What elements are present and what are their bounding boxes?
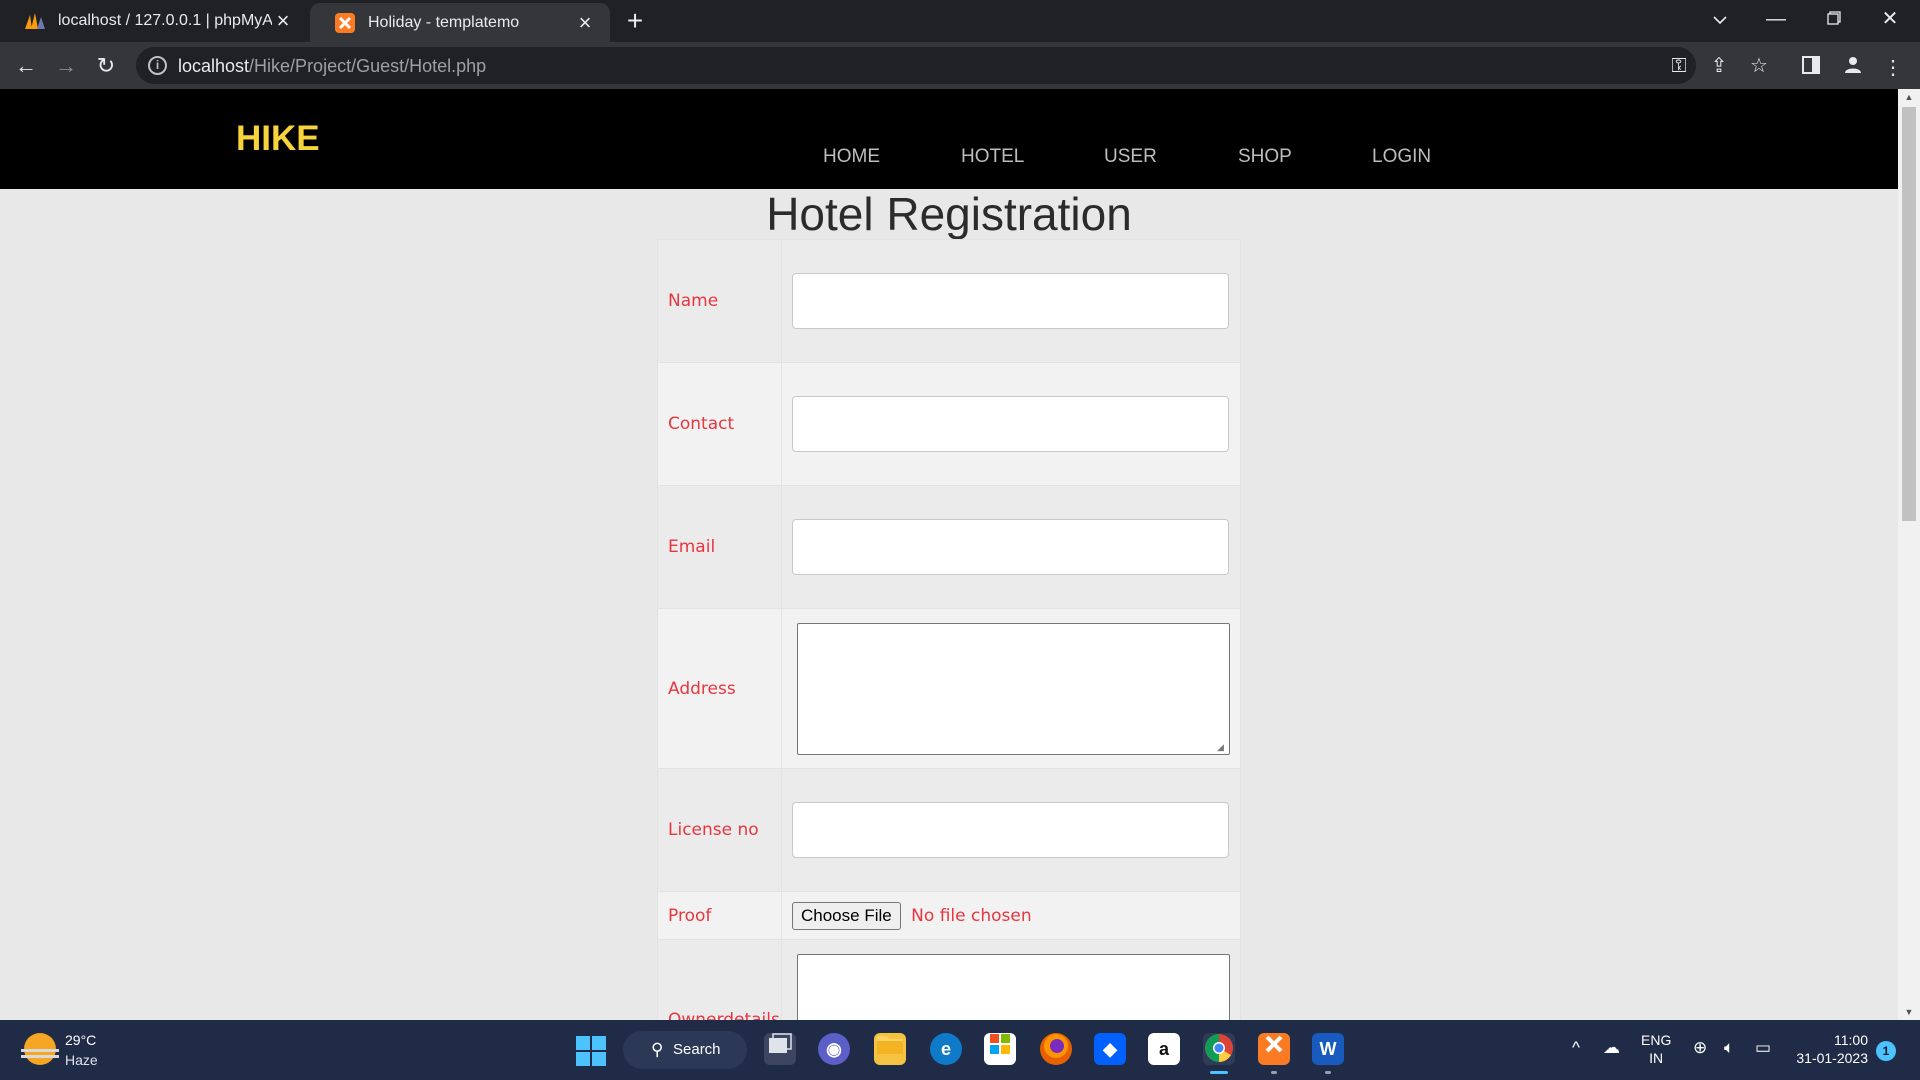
contact-label: Contact bbox=[657, 362, 782, 486]
browser-toolbar: ← → ↻ i localhost/Hike/Project/Guest/Hot… bbox=[0, 42, 1920, 89]
new-tab-icon[interactable]: + bbox=[620, 6, 650, 36]
license-label: License no bbox=[657, 768, 782, 892]
microsoft-store-icon[interactable] bbox=[984, 1033, 1016, 1065]
bookmark-star-icon[interactable]: ☆ bbox=[1746, 53, 1772, 79]
battery-icon[interactable]: ▭ bbox=[1755, 1038, 1771, 1058]
proof-label: Proof bbox=[657, 891, 782, 940]
teams-chat-icon[interactable]: ◉ bbox=[818, 1033, 850, 1065]
form-row-email: Email bbox=[657, 485, 1241, 609]
taskbar: 29°C Haze ⚲ Search ◉ e ◆ a W ^ ☁ ENG IN … bbox=[0, 1020, 1920, 1080]
form-row-address: Address ◢ bbox=[657, 608, 1241, 769]
form-row-license: License no bbox=[657, 768, 1241, 892]
choose-file-button[interactable]: Choose File bbox=[792, 901, 901, 930]
tab-phpmyadmin[interactable]: localhost / 127.0.0.1 | phpMyAdm × bbox=[0, 0, 308, 42]
ownerdetails-textarea[interactable] bbox=[797, 953, 1230, 1020]
tab-title: localhost / 127.0.0.1 | phpMyAdm bbox=[58, 12, 272, 29]
weather-haze-icon[interactable] bbox=[21, 1033, 59, 1065]
tab-strip: localhost / 127.0.0.1 | phpMyAdm × Holid… bbox=[0, 0, 1920, 42]
file-status-text: No file chosen bbox=[911, 905, 1032, 926]
language-indicator[interactable]: ENG IN bbox=[1641, 1031, 1671, 1067]
email-label: Email bbox=[657, 485, 782, 609]
file-explorer-icon[interactable] bbox=[874, 1033, 906, 1065]
page-title: Hotel Registration bbox=[766, 188, 1132, 240]
chrome-icon[interactable] bbox=[1203, 1033, 1235, 1065]
form-row-proof: Proof Choose File No file chosen bbox=[657, 891, 1241, 940]
phpmyadmin-icon bbox=[24, 10, 46, 32]
taskbar-search[interactable]: ⚲ Search bbox=[623, 1031, 747, 1069]
scroll-up-icon[interactable]: ▲ bbox=[1898, 89, 1920, 105]
back-icon[interactable]: ← bbox=[10, 50, 42, 82]
firefox-icon[interactable] bbox=[1040, 1033, 1072, 1065]
hotel-registration-form: Name Contact Email Address ◢ License no … bbox=[657, 239, 1241, 1020]
reload-icon[interactable]: ↻ bbox=[90, 50, 122, 82]
scrollbar-thumb[interactable] bbox=[1902, 107, 1916, 521]
search-label: Search bbox=[673, 1041, 721, 1058]
search-icon: ⚲ bbox=[651, 1040, 664, 1059]
address-bar[interactable]: i localhost/Hike/Project/Guest/Hotel.php… bbox=[136, 47, 1768, 84]
tab-title: Holiday - templatemo bbox=[368, 13, 520, 31]
close-window-icon[interactable]: ✕ bbox=[1862, 0, 1918, 40]
scroll-down-icon[interactable]: ▼ bbox=[1898, 1004, 1920, 1020]
xampp-icon bbox=[334, 12, 356, 34]
tab-search-icon[interactable] bbox=[1692, 0, 1748, 40]
volume-icon[interactable]: 🔈︎ bbox=[1724, 1038, 1734, 1058]
address-textarea[interactable]: ◢ bbox=[797, 622, 1230, 755]
url-text[interactable]: localhost/Hike/Project/Guest/Hotel.php bbox=[178, 56, 486, 77]
site-header: HIKE HOME HOTEL USER SHOP LOGIN bbox=[0, 89, 1898, 189]
nav-user[interactable]: USER bbox=[1104, 146, 1157, 168]
license-input[interactable] bbox=[792, 802, 1229, 858]
weather-condition[interactable]: Haze bbox=[65, 1052, 98, 1068]
region-code: IN bbox=[1649, 1050, 1664, 1066]
xampp-icon[interactable] bbox=[1258, 1033, 1290, 1065]
clock-date: 31-01-2023 bbox=[1796, 1050, 1868, 1066]
system-clock[interactable]: 11:00 31-01-2023 bbox=[1790, 1031, 1868, 1067]
task-view-icon[interactable] bbox=[764, 1033, 796, 1065]
notification-badge[interactable]: 1 bbox=[1876, 1041, 1896, 1061]
name-input[interactable] bbox=[792, 273, 1229, 329]
chrome-active-indicator bbox=[1210, 1071, 1228, 1074]
side-panel-icon[interactable] bbox=[1798, 55, 1824, 81]
contact-input[interactable] bbox=[792, 396, 1229, 452]
nav-login[interactable]: LOGIN bbox=[1372, 146, 1431, 168]
start-windows-icon[interactable] bbox=[576, 1036, 606, 1066]
dropbox-icon[interactable]: ◆ bbox=[1094, 1033, 1126, 1065]
language-code: ENG bbox=[1641, 1032, 1672, 1048]
nav-home[interactable]: HOME bbox=[823, 146, 880, 168]
amazon-icon[interactable]: a bbox=[1148, 1033, 1180, 1065]
tab-holiday[interactable]: Holiday - templatemo × bbox=[310, 3, 610, 42]
ownerdetails-label: Ownerdetails bbox=[657, 939, 782, 1020]
site-logo[interactable]: HIKE bbox=[236, 119, 320, 159]
page-scrollbar[interactable]: ▲ ▼ bbox=[1898, 89, 1920, 1020]
edge-icon[interactable]: e bbox=[930, 1033, 962, 1065]
xampp-running-indicator bbox=[1271, 1071, 1277, 1074]
word-running-indicator bbox=[1325, 1071, 1331, 1074]
menu-kebab-icon[interactable]: ⋮ bbox=[1880, 55, 1906, 81]
profile-icon[interactable] bbox=[1840, 55, 1866, 81]
address-label: Address bbox=[657, 608, 782, 769]
page-viewport: HIKE HOME HOTEL USER SHOP LOGIN Hotel Re… bbox=[0, 89, 1898, 1020]
close-tab-icon[interactable]: × bbox=[574, 11, 596, 34]
form-row-contact: Contact bbox=[657, 362, 1241, 486]
forward-icon[interactable]: → bbox=[50, 50, 82, 82]
restore-icon[interactable] bbox=[1806, 0, 1862, 40]
close-tab-icon[interactable]: × bbox=[272, 10, 294, 32]
nav-hotel[interactable]: HOTEL bbox=[961, 146, 1024, 168]
share-icon[interactable]: ⇪ bbox=[1706, 53, 1732, 79]
clock-time: 11:00 bbox=[1834, 1032, 1868, 1048]
network-icon[interactable]: ⊕ bbox=[1693, 1038, 1707, 1058]
nav-shop[interactable]: SHOP bbox=[1238, 146, 1292, 168]
form-row-name: Name bbox=[657, 239, 1241, 363]
show-hidden-icons-icon[interactable]: ^ bbox=[1572, 1038, 1580, 1058]
minimize-icon[interactable]: — bbox=[1748, 0, 1804, 40]
password-key-icon[interactable]: ⚿ bbox=[1666, 53, 1692, 79]
resize-grip-icon[interactable]: ◢ bbox=[1217, 742, 1227, 752]
weather-temp[interactable]: 29°C bbox=[65, 1032, 96, 1048]
word-icon[interactable]: W bbox=[1312, 1033, 1344, 1065]
form-row-owner: Ownerdetails bbox=[657, 939, 1241, 1020]
site-info-icon[interactable]: i bbox=[148, 56, 167, 75]
email-input[interactable] bbox=[792, 519, 1229, 575]
name-label: Name bbox=[657, 239, 782, 363]
onedrive-icon[interactable]: ☁ bbox=[1603, 1038, 1620, 1058]
